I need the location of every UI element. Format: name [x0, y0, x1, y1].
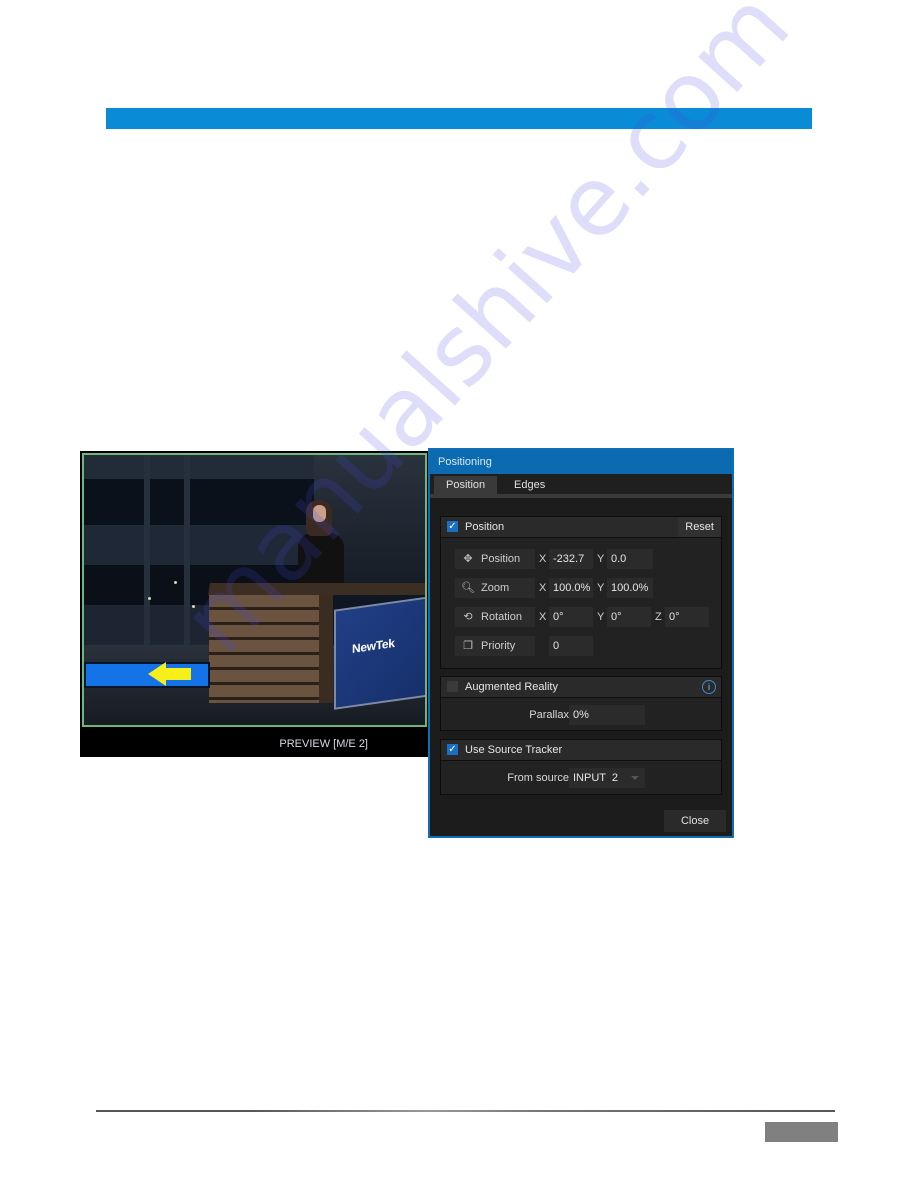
axis-label-y: Y [597, 553, 605, 565]
rotation-z-field[interactable]: 0° [665, 607, 709, 627]
parallax-row: Parallax 0% [441, 705, 721, 725]
axis-label-z: Z [655, 611, 662, 623]
footer-rule [96, 1110, 835, 1112]
tab-position[interactable]: Position [434, 476, 498, 494]
rotation-row-label[interactable]: ⟲ Rotation [455, 607, 535, 627]
ar-group-label: Augmented Reality [465, 681, 558, 693]
anchor-face [313, 505, 326, 522]
ar-checkbox[interactable] [447, 681, 458, 692]
rotation-row-text: Rotation [481, 611, 522, 623]
axis-label-x: X [539, 582, 547, 594]
parallax-field[interactable]: 0% [569, 705, 645, 725]
tracker-group-label: Use Source Tracker [465, 744, 563, 756]
priority-row-label[interactable]: ❐ Priority [455, 636, 535, 656]
city-light [192, 605, 195, 608]
zoom-row-text: Zoom [481, 582, 510, 594]
tab-edges[interactable]: Edges [502, 476, 557, 494]
axis-label-y: Y [597, 611, 605, 623]
preview-video: NewTek [82, 453, 427, 727]
positioning-dialog: Positioning Position Edges ✓ Position Re… [428, 448, 734, 838]
position-row-text: Position [481, 553, 521, 565]
rotation-x-field[interactable]: 0° [549, 607, 593, 627]
zoom-x-field[interactable]: 100.0% [549, 578, 593, 598]
augmented-reality-group: Augmented Reality i Parallax 0% [440, 676, 722, 731]
from-source-dropdown[interactable]: INPUT 2 [569, 768, 645, 788]
reset-button[interactable]: Reset [678, 517, 721, 537]
tracker-group-header: ✓ Use Source Tracker [441, 740, 721, 761]
move-arrows-icon: ✥ [463, 553, 473, 565]
axis-label-x: X [539, 611, 547, 623]
city-light [148, 597, 151, 600]
city-light [174, 581, 177, 584]
arrow-left-icon-shaft [166, 668, 191, 680]
preview-monitor: NewTek PREVIEW [M/E 2] [80, 451, 430, 757]
from-source-row: From source INPUT 2 [441, 768, 721, 788]
position-x-field[interactable]: -232.7 [549, 549, 593, 569]
parallax-label: Parallax [529, 709, 569, 721]
position-group-header: ✓ Position Reset [441, 517, 721, 538]
desk-top [208, 583, 425, 595]
rotate-icon: ⟲ [463, 611, 473, 623]
zoom-y-field[interactable]: 100.0% [607, 578, 653, 598]
source-tracker-checkbox[interactable]: ✓ [447, 744, 458, 755]
source-tracker-group: ✓ Use Source Tracker From source INPUT 2 [440, 739, 722, 795]
position-y-field[interactable]: 0.0 [607, 549, 653, 569]
priority-row-text: Priority [481, 640, 516, 652]
close-button[interactable]: Close [664, 810, 726, 832]
ar-group-header: Augmented Reality i [441, 677, 721, 698]
zoom-row-label[interactable]: 🔍︎ Zoom [455, 578, 535, 598]
magnifier-icon: 🔍︎ [461, 582, 475, 594]
page-number-box [765, 1122, 838, 1142]
rotation-y-field[interactable]: 0° [607, 607, 651, 627]
section-header-bar [106, 108, 812, 129]
from-source-label: From source [507, 772, 569, 784]
position-row-label[interactable]: ✥ Position [455, 549, 535, 569]
lower-third-graphic [84, 662, 210, 688]
arrow-left-icon [148, 662, 166, 686]
anchor-body [298, 533, 344, 589]
preview-label: PREVIEW [M/E 2] [279, 738, 368, 750]
position-checkbox[interactable]: ✓ [447, 521, 458, 532]
info-icon[interactable]: i [702, 680, 716, 694]
priority-field[interactable]: 0 [549, 636, 593, 656]
from-source-value: INPUT 2 [573, 772, 619, 784]
dialog-title: Positioning [430, 450, 732, 474]
axis-label-y: Y [597, 582, 605, 594]
axis-label-x: X [539, 553, 547, 565]
position-group: ✓ Position Reset ✥ Position X -232.7 Y 0… [440, 516, 722, 669]
tab-bar: Position Edges [430, 474, 732, 498]
desk-side [319, 595, 333, 703]
position-group-label: Position [465, 521, 505, 533]
layers-icon: ❐ [463, 640, 473, 652]
desk-front [209, 595, 319, 703]
desk-logo-panel [334, 596, 425, 710]
chevron-down-icon [631, 776, 639, 780]
